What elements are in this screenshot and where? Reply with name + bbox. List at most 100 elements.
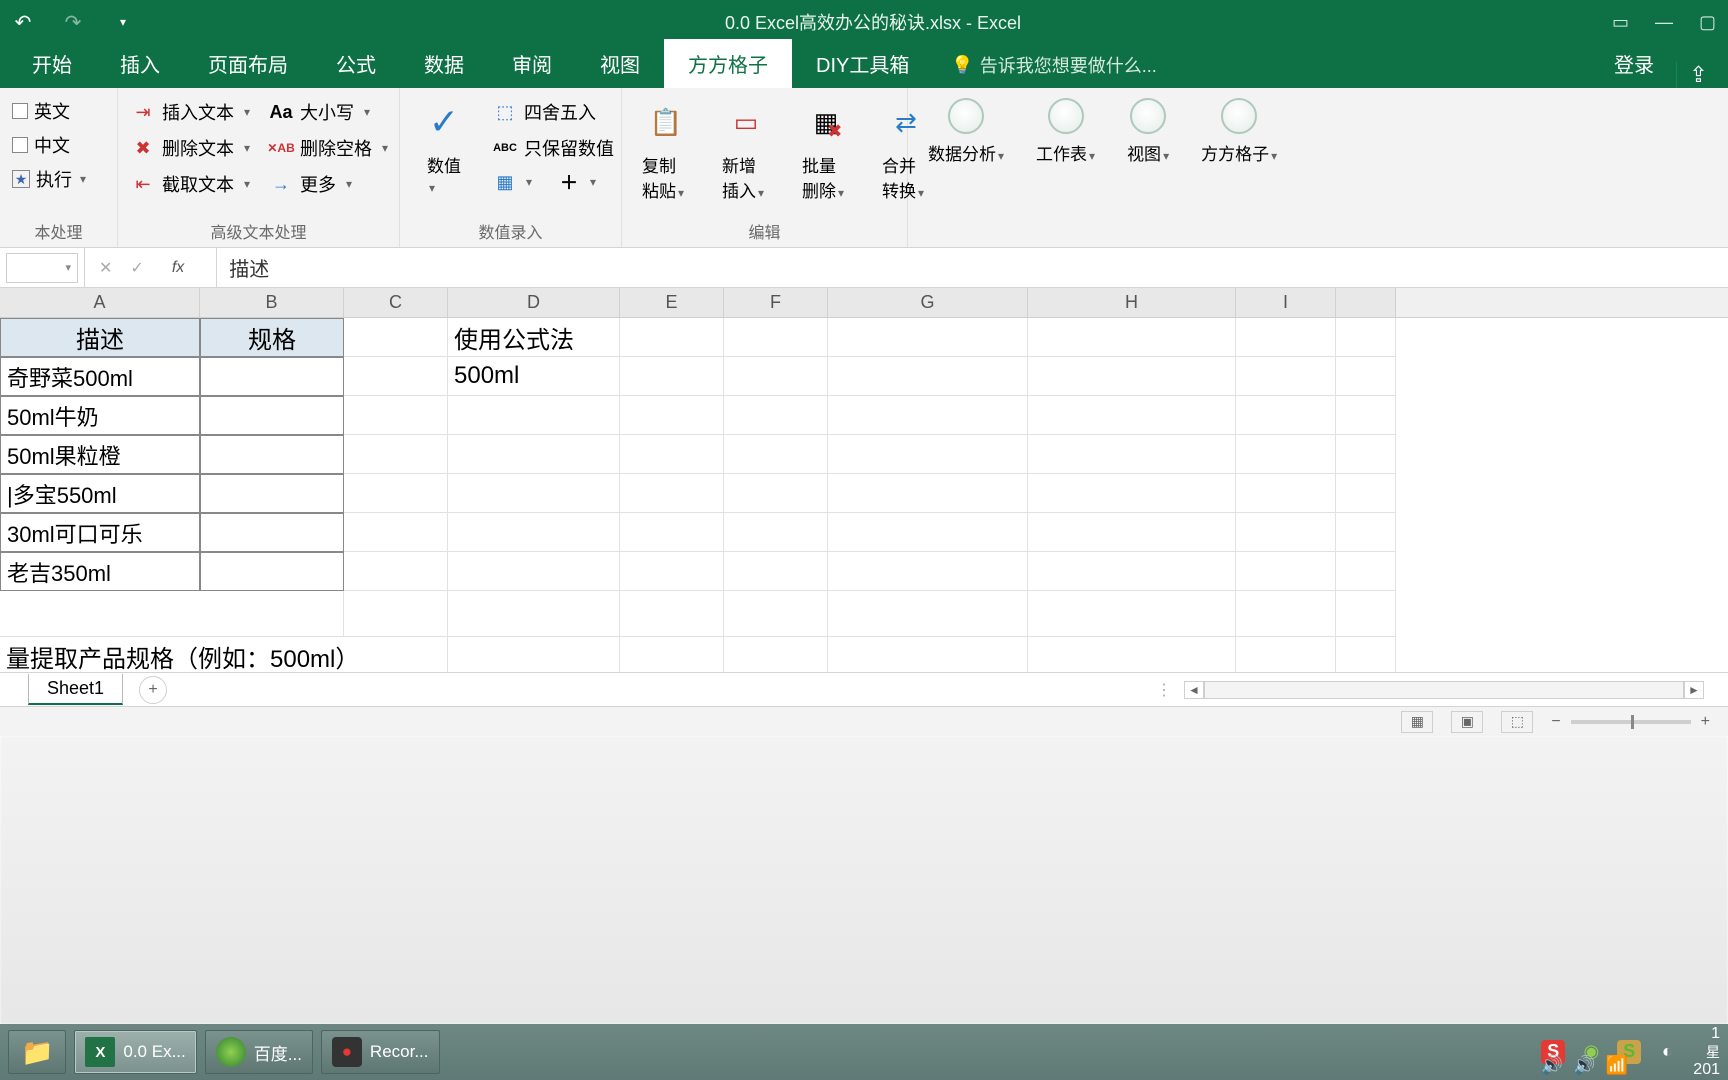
btn-batch-delete[interactable]: ▦✖批量删除▾ [792,94,860,206]
btn-copy-paste[interactable]: 📋复制粘贴▾ [632,94,700,206]
cell[interactable] [620,357,724,396]
cell[interactable]: 描述 [0,318,200,357]
tab-page-layout[interactable]: 页面布局 [184,39,312,88]
cell[interactable] [1028,552,1236,591]
minimize-icon[interactable]: — [1655,12,1673,33]
cell[interactable] [344,357,448,396]
cell[interactable] [1028,396,1236,435]
cell[interactable]: 50ml果粒橙 [0,435,200,474]
cell[interactable] [724,357,828,396]
cell[interactable] [828,396,1028,435]
cell[interactable] [1028,435,1236,474]
cell[interactable]: 老吉350ml [0,552,200,591]
cell[interactable] [448,396,620,435]
cell[interactable] [200,396,344,435]
view-page-layout-button[interactable]: ▣ [1451,711,1483,733]
cell[interactable] [344,474,448,513]
btn-numeric[interactable]: ✓ 数值▾ [410,94,478,201]
cell[interactable]: 量提取产品规格（例如：500ml） [0,637,448,672]
cell[interactable] [1028,591,1236,637]
cell[interactable] [0,591,200,637]
cell[interactable] [620,637,724,672]
redo-icon[interactable]: ↷ [62,11,84,33]
cell[interactable] [1336,318,1396,357]
btn-delete-text[interactable]: ✖删除文本▾ [128,130,254,166]
cell[interactable] [344,552,448,591]
tab-home[interactable]: 开始 [8,39,96,88]
cell[interactable] [1028,513,1236,552]
cell[interactable] [724,474,828,513]
formula-input[interactable]: 描述 [217,253,1728,282]
customize-qat-icon[interactable]: ▾ [112,11,134,33]
cell[interactable] [1336,474,1396,513]
taskbar-clock[interactable]: 1 星 201 [1693,1024,1720,1079]
cell[interactable] [200,357,344,396]
cell[interactable] [828,435,1028,474]
btn-more[interactable]: →更多▾ [266,166,392,202]
tab-data[interactable]: 数据 [400,39,488,88]
cell[interactable] [1336,637,1396,672]
btn-insert-new[interactable]: ▭新增插入▾ [712,94,780,206]
cell[interactable] [200,591,344,637]
view-page-break-button[interactable]: ⬚ [1501,711,1533,733]
tab-insert[interactable]: 插入 [96,39,184,88]
col-header[interactable]: I [1236,288,1336,317]
spreadsheet-grid[interactable]: A B C D E F G H I 描述 规格 使用公式法 奇野菜500ml 5… [0,288,1728,672]
cell[interactable] [828,637,1028,672]
btn-view[interactable]: 视图▾ [1117,94,1179,169]
cell[interactable] [1028,318,1236,357]
btn-worksheet[interactable]: 工作表▾ [1026,94,1105,169]
tab-view[interactable]: 视图 [576,39,664,88]
col-header[interactable]: F [724,288,828,317]
cell[interactable] [828,474,1028,513]
tab-fangfang[interactable]: 方方格子 [664,39,792,88]
check-execute[interactable]: ★执行▾ [10,162,88,196]
tab-review[interactable]: 审阅 [488,39,576,88]
tab-diy[interactable]: DIY工具箱 [792,39,933,88]
cell[interactable] [1236,591,1336,637]
cell[interactable] [620,435,724,474]
scroll-right-icon[interactable]: ► [1684,681,1704,699]
btn-case[interactable]: Aa大小写▾ [266,94,392,130]
col-header[interactable]: G [828,288,1028,317]
cell[interactable] [620,591,724,637]
zoom-control[interactable]: − + [1551,713,1710,731]
cell[interactable] [724,396,828,435]
zoom-out-icon[interactable]: − [1551,713,1560,731]
cell[interactable]: 使用公式法 [448,318,620,357]
cell[interactable] [1336,396,1396,435]
cell[interactable] [724,513,828,552]
cell[interactable] [828,318,1028,357]
view-normal-button[interactable]: ▦ [1401,711,1433,733]
cell[interactable] [1236,552,1336,591]
cell[interactable] [344,435,448,474]
btn-extract-text[interactable]: ⇤截取文本▾ [128,166,254,202]
sheet-tab[interactable]: Sheet1 [28,674,123,705]
volume-icon[interactable]: 🔊 [1541,1055,1563,1076]
cell[interactable] [1336,435,1396,474]
share-button[interactable]: ⇪ [1676,62,1720,88]
cell[interactable] [448,591,620,637]
cell[interactable] [1028,637,1236,672]
cell[interactable] [448,552,620,591]
scroll-track[interactable] [1204,681,1684,699]
cell[interactable] [620,513,724,552]
cell[interactable] [724,591,828,637]
cell[interactable] [828,591,1028,637]
fx-icon[interactable]: fx [172,259,184,277]
cell[interactable]: 奇野菜500ml [0,357,200,396]
zoom-in-icon[interactable]: + [1701,713,1710,731]
tab-formulas[interactable]: 公式 [312,39,400,88]
cell[interactable] [448,435,620,474]
cell[interactable] [1336,552,1396,591]
col-header[interactable]: D [448,288,620,317]
tab-scroll-dots-icon[interactable]: ⋮ [1156,680,1172,700]
cell[interactable] [724,637,828,672]
btn-insert-text[interactable]: ⇥插入文本▾ [128,94,254,130]
cell[interactable] [448,474,620,513]
volume-icon[interactable]: 🔊 [1573,1055,1595,1076]
cell[interactable] [1028,357,1236,396]
cell[interactable]: |多宝550ml [0,474,200,513]
add-sheet-button[interactable]: + [139,676,167,704]
cell[interactable] [1236,396,1336,435]
